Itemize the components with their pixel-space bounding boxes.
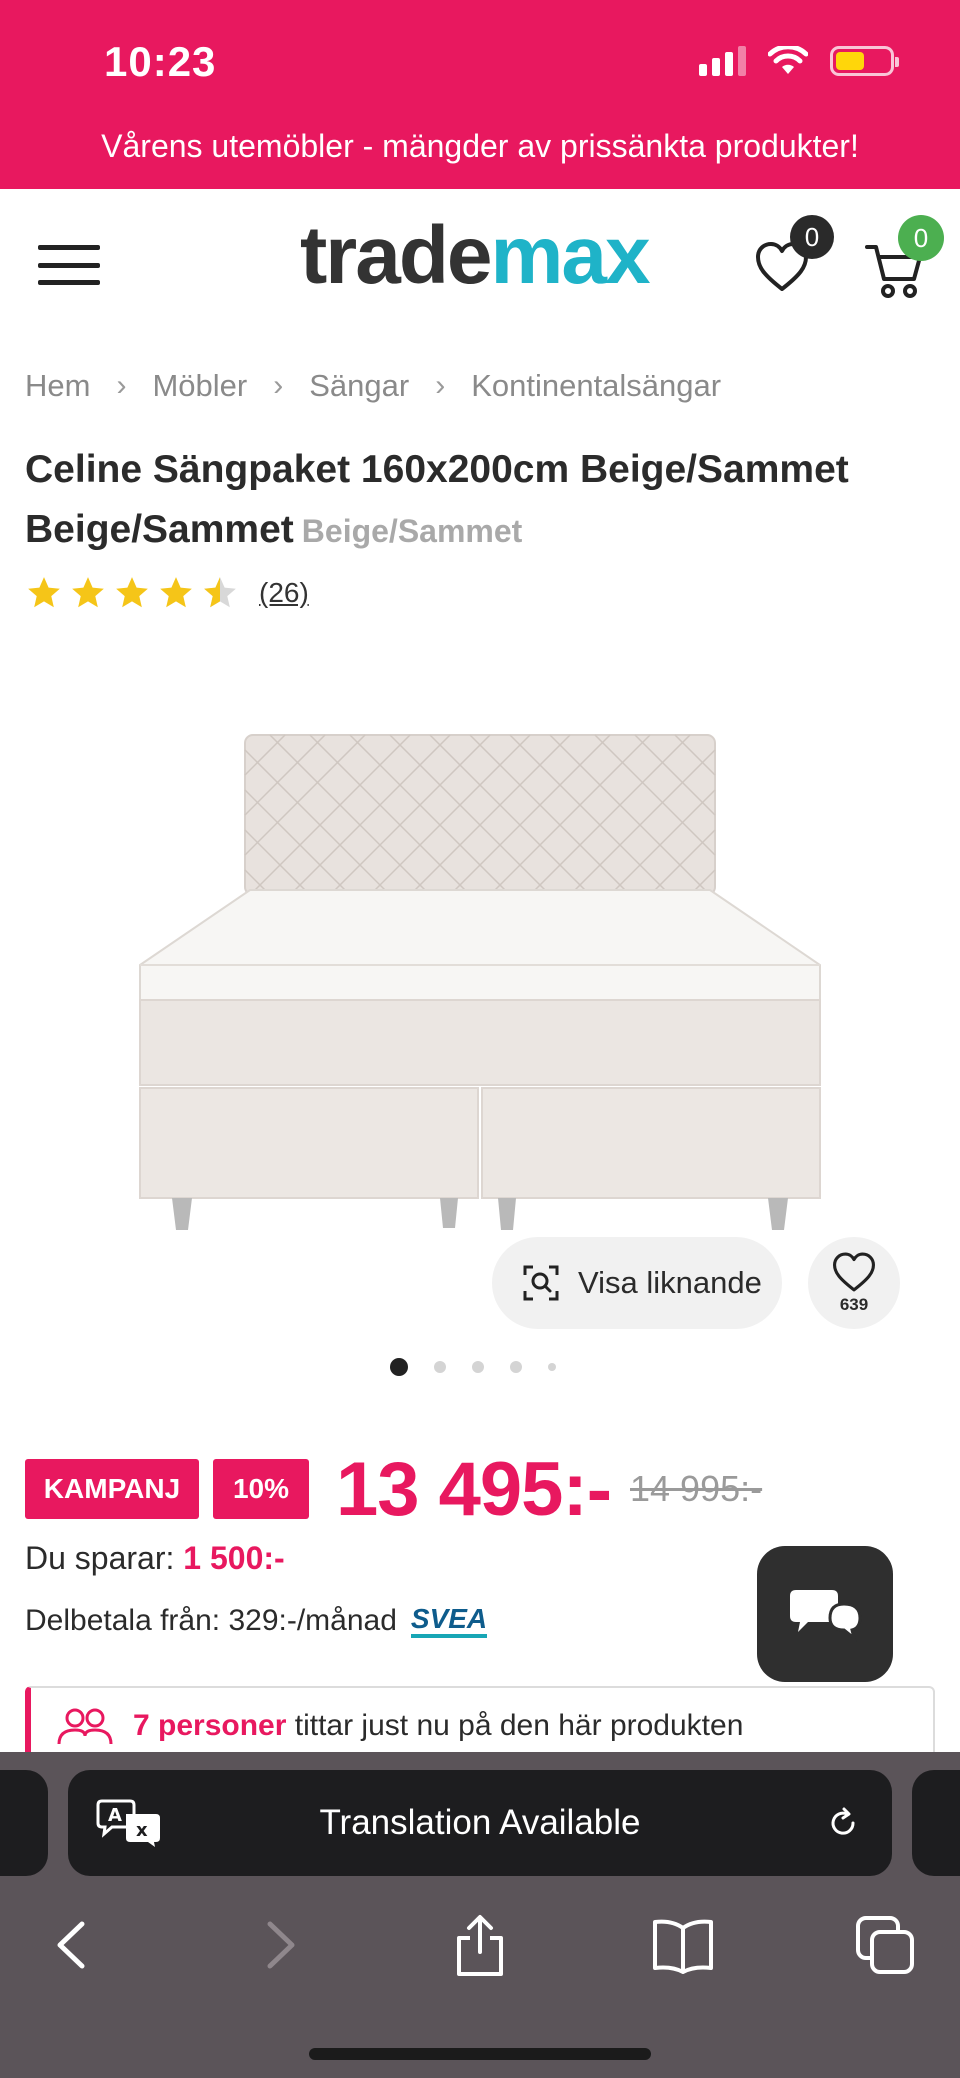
- visual-search-icon: [523, 1265, 559, 1301]
- product-variant: Beige/Sammet: [301, 513, 523, 549]
- star-full-icon: [28, 577, 60, 608]
- star-full-icon: [160, 577, 192, 608]
- cart-count-badge: 0: [898, 215, 944, 261]
- product-image[interactable]: [100, 700, 860, 1260]
- star-full-icon: [72, 577, 104, 608]
- svea-logo: SVEA: [410, 1604, 488, 1638]
- wishlist-count-badge: 0: [790, 215, 834, 259]
- heart-icon: [833, 1252, 875, 1292]
- breadcrumb-beds[interactable]: Sängar: [309, 368, 409, 404]
- favorites-count: 639: [839, 1295, 869, 1314]
- top-banner: 10:23 Vårens utemöbler - mängder av pris…: [0, 0, 960, 189]
- carousel-dot[interactable]: [548, 1363, 556, 1371]
- chat-button[interactable]: [757, 1546, 893, 1682]
- viewers-count: 7 personer: [133, 1709, 287, 1742]
- breadcrumb-home[interactable]: Hem: [25, 368, 90, 404]
- discount-badge: 10%: [213, 1459, 309, 1519]
- battery-icon: [830, 46, 899, 76]
- installment-info: Delbetala från: 329:-/månad SVEA: [25, 1604, 488, 1638]
- previous-tab-peek[interactable]: [0, 1770, 48, 1876]
- bookmarks-icon[interactable]: [650, 1912, 716, 1978]
- original-price: 14 995:-: [630, 1468, 763, 1509]
- trademax-logo[interactable]: trademax: [300, 215, 651, 297]
- savings-amount: 1 500:-: [183, 1540, 285, 1576]
- share-icon[interactable]: [447, 1912, 513, 1978]
- star-full-icon: [116, 577, 148, 608]
- carousel-dot[interactable]: [390, 1358, 408, 1376]
- home-indicator[interactable]: [309, 2048, 651, 2060]
- translation-text: Translation Available: [319, 1803, 641, 1842]
- reload-icon[interactable]: [826, 1806, 860, 1840]
- status-icons: [699, 46, 899, 76]
- menu-icon[interactable]: [38, 245, 100, 285]
- browser-toolbar: A x Translation Available: [0, 1752, 960, 2078]
- review-count-link[interactable]: (26): [259, 577, 309, 609]
- site-header: trademax 0 0: [0, 189, 960, 339]
- people-icon: [57, 1708, 113, 1745]
- back-icon[interactable]: [40, 1912, 106, 1978]
- chevron-right-icon: ›: [273, 369, 284, 402]
- campaign-badge: KAMPANJ: [25, 1459, 199, 1519]
- carousel-dot[interactable]: [510, 1361, 522, 1373]
- show-similar-button[interactable]: Visa liknande: [492, 1237, 782, 1329]
- carousel-dot[interactable]: [434, 1361, 446, 1373]
- chat-bubbles-icon: [790, 1590, 862, 1642]
- show-similar-label: Visa liknande: [578, 1265, 762, 1300]
- breadcrumb: Hem › Möbler › Sängar › Kontinentalsänga…: [25, 368, 721, 404]
- installment-text: Delbetala från: 329:-/månad: [25, 1604, 397, 1637]
- image-carousel-dots[interactable]: [390, 1358, 556, 1376]
- translate-icon: A x: [96, 1799, 160, 1847]
- svg-text:x: x: [136, 1820, 148, 1841]
- current-price: 13 495:-: [336, 1447, 612, 1532]
- cellular-signal-icon: [699, 46, 746, 76]
- star-half-icon: [204, 577, 236, 608]
- favorite-button[interactable]: 639: [808, 1237, 900, 1329]
- breadcrumb-furniture[interactable]: Möbler: [152, 368, 247, 404]
- promo-banner[interactable]: Vårens utemöbler - mängder av prissänkta…: [0, 128, 960, 165]
- translation-bar[interactable]: A x Translation Available: [68, 1770, 892, 1876]
- chevron-right-icon: ›: [116, 369, 127, 402]
- forward-icon[interactable]: [246, 1912, 312, 1978]
- wifi-icon: [768, 46, 808, 74]
- chevron-right-icon: ›: [435, 369, 446, 402]
- browser-nav-row: [0, 1902, 960, 1992]
- next-tab-peek[interactable]: [912, 1770, 960, 1876]
- breadcrumb-continental-beds[interactable]: Kontinentalsängar: [471, 368, 721, 404]
- product-title: Celine Sängpaket 160x200cm Beige/Sammet …: [25, 448, 849, 551]
- status-time: 10:23: [104, 38, 217, 85]
- product-rating[interactable]: (26): [25, 574, 309, 612]
- carousel-dot[interactable]: [472, 1361, 484, 1373]
- savings-text: Du sparar: 1 500:-: [25, 1540, 285, 1576]
- svg-text:A: A: [108, 1805, 122, 1826]
- tabs-icon[interactable]: [852, 1912, 918, 1978]
